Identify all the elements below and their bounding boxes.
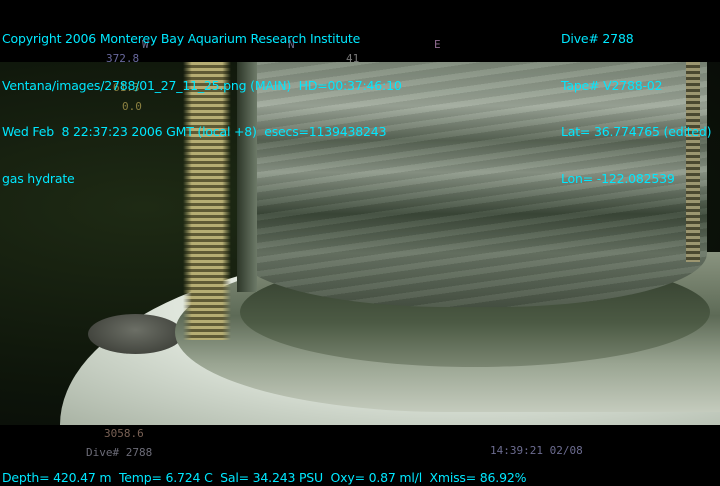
caption: gas hydrate (2, 170, 75, 186)
camera-dive-readout: Dive# 2788 (86, 446, 153, 459)
dark-disc (88, 314, 183, 354)
latitude: Lat= 36.774765 (edited) (561, 124, 712, 139)
sensor-readout: Depth= 420.47 m Temp= 6.724 C Sal= 34.24… (2, 470, 527, 485)
bottom-value-readout: 3058.6 (104, 427, 144, 440)
dive-number: Dive# 2788 (561, 31, 634, 46)
copyright: Copyright 2006 Monterey Bay Aquarium Res… (2, 31, 361, 46)
overlay-top-left: Copyright 2006 Monterey Bay Aquarium Res… (2, 0, 402, 217)
overlay-top-right: Dive# 2788 Tape# V2788-02 Lat= 36.774765… (561, 0, 712, 217)
timestamp: Wed Feb 8 22:37:23 2006 GMT (local +8) e… (2, 124, 387, 139)
camera-time-readout: 14:39:21 02/08 (490, 444, 583, 457)
tape-number: Tape# V2788-02 (561, 77, 663, 93)
image-path: Ventana/images/2788/01_27_11_25.png (MAI… (2, 77, 402, 93)
compass-e: E (434, 38, 441, 51)
longitude: Lon= -122.082539 (561, 170, 675, 186)
video-frame: 372.8 41 W N E 61.3 0.0 3058.6 Dive# 278… (0, 0, 720, 486)
